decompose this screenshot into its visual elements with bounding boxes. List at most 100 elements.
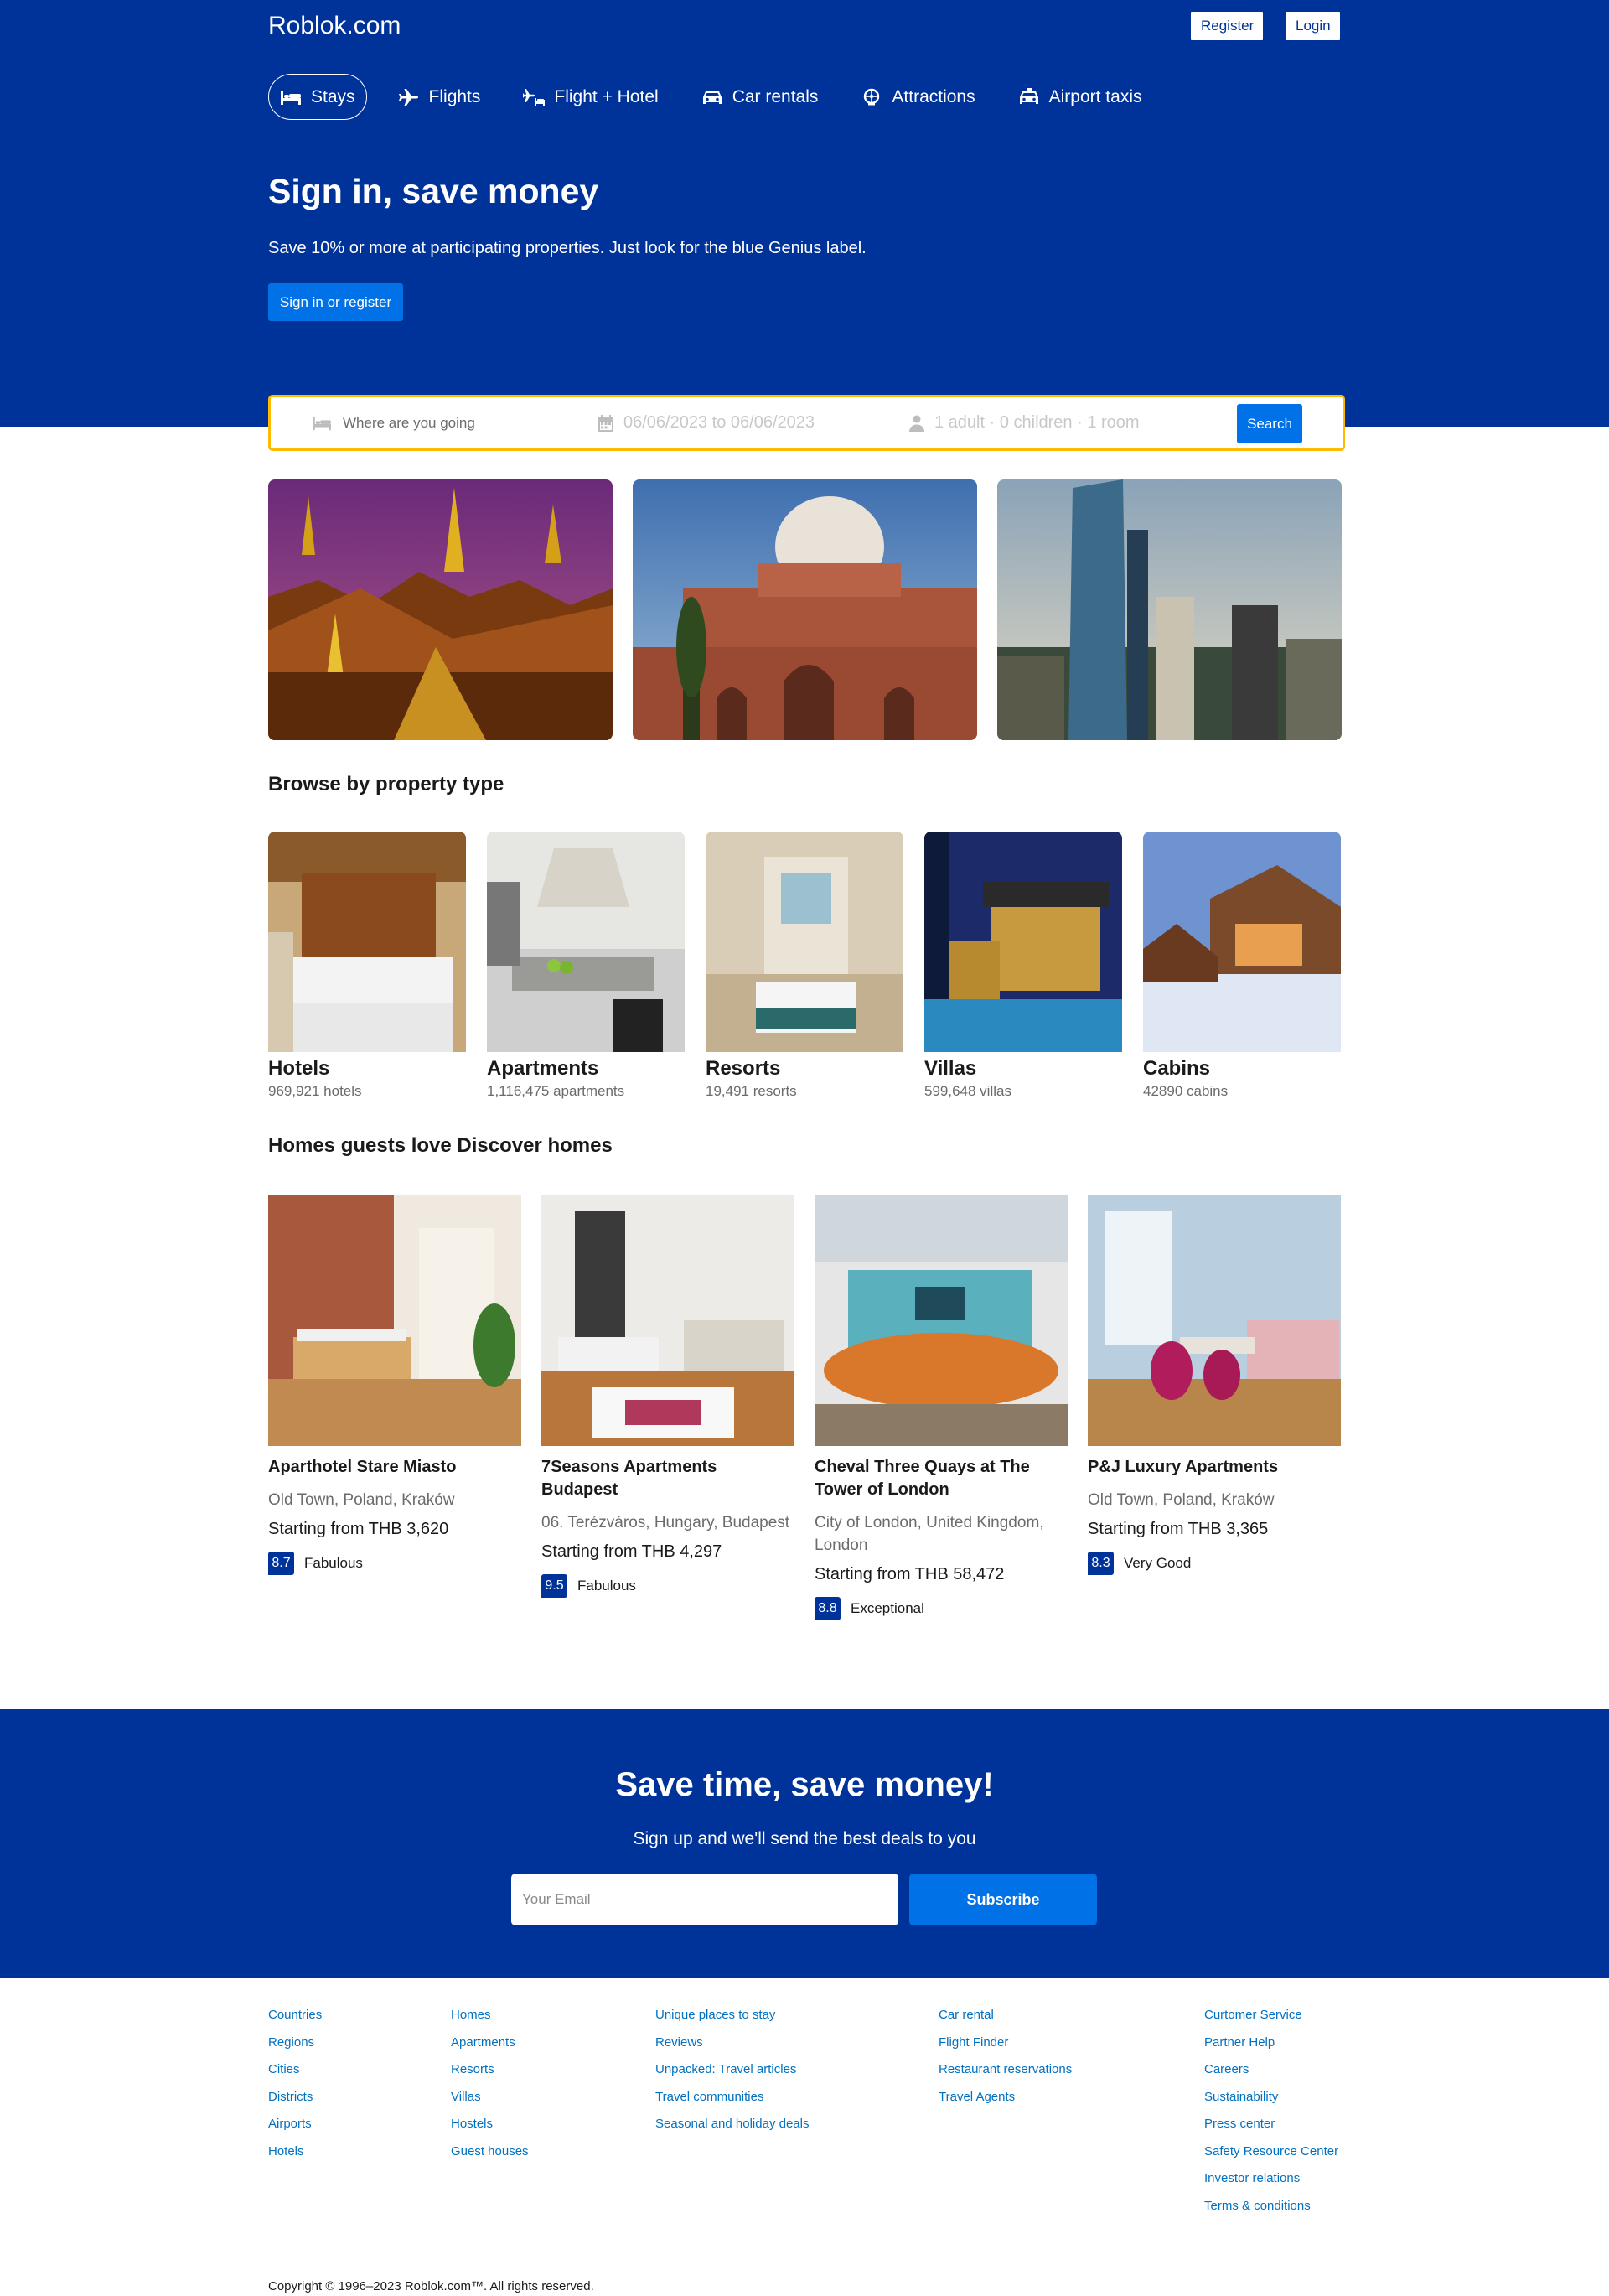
footer-link[interactable]: Reviews <box>655 2034 809 2062</box>
property-name: Villas <box>924 1057 977 1080</box>
footer-link[interactable]: Hostels <box>451 2116 529 2143</box>
hotels-image <box>268 832 466 1052</box>
home-location: 06. Terézváros, Hungary, Budapest <box>541 1514 790 1532</box>
guests-field[interactable]: 1 adult · 0 children · 1 room <box>909 397 1140 448</box>
nav-flight-hotel[interactable]: Flight + Hotel <box>511 74 670 120</box>
home-image <box>541 1195 794 1446</box>
date-range-text: 06/06/2023 to 06/06/2023 <box>623 413 815 432</box>
nav-stays[interactable]: Stays <box>268 74 367 120</box>
property-name: Cabins <box>1143 1057 1211 1080</box>
featured-image-palace[interactable] <box>633 479 977 740</box>
destination-field[interactable] <box>311 397 561 448</box>
home-rating: 8.8 Exceptional <box>815 1597 1068 1620</box>
home-location: Old Town, Poland, Kraków <box>1088 1491 1275 1509</box>
footer-link[interactable]: Terms & conditions <box>1204 2198 1338 2226</box>
home-price: Starting from THB 4,297 <box>541 1542 722 1561</box>
rating-label: Fabulous <box>304 1555 363 1571</box>
property-card-villas[interactable]: Villas 599,648 villas <box>924 832 1122 1100</box>
footer-link[interactable]: Unpacked: Travel articles <box>655 2061 809 2089</box>
home-card[interactable]: Cheval Three Quays at The Tower of Londo… <box>815 1195 1068 1620</box>
villas-image <box>924 832 1122 1052</box>
bed-icon <box>313 417 331 430</box>
footer-link[interactable]: Travel communities <box>655 2089 809 2117</box>
logo[interactable]: Roblok.com <box>268 12 401 40</box>
home-card[interactable]: 7Seasons Apartments Budapest 06. Terézvá… <box>541 1195 794 1598</box>
property-count: 599,648 villas <box>924 1083 1011 1099</box>
home-card[interactable]: P&J Luxury Apartments Old Town, Poland, … <box>1088 1195 1341 1575</box>
home-rating: 8.7 Fabulous <box>268 1552 521 1575</box>
home-card[interactable]: Aparthotel Stare Miasto Old Town, Poland… <box>268 1195 521 1575</box>
footer-link[interactable]: Homes <box>451 2007 529 2034</box>
home-name[interactable]: 7Seasons Apartments Budapest <box>541 1456 794 1501</box>
home-name[interactable]: P&J Luxury Apartments <box>1088 1456 1341 1479</box>
bed-icon <box>281 90 301 105</box>
calendar-icon <box>598 414 613 432</box>
footer-link[interactable]: Press center <box>1204 2116 1338 2143</box>
footer-link[interactable]: Villas <box>451 2089 529 2117</box>
date-field[interactable]: 06/06/2023 to 06/06/2023 <box>598 397 815 448</box>
featured-image-city[interactable] <box>997 479 1342 740</box>
footer-link[interactable]: Hotels <box>268 2143 322 2171</box>
rating-label: Exceptional <box>851 1600 924 1616</box>
property-card-apartments[interactable]: Apartments 1,116,475 apartments <box>487 832 685 1100</box>
apartments-image <box>487 832 685 1052</box>
footer-link[interactable]: Resorts <box>451 2061 529 2089</box>
footer-column-2: Homes Apartments Resorts Villas Hostels … <box>451 2007 529 2170</box>
nav-attractions[interactable]: Attractions <box>849 74 986 120</box>
footer-link[interactable]: Seasonal and holiday deals <box>655 2116 809 2143</box>
search-button[interactable]: Search <box>1237 404 1302 443</box>
destination-input[interactable] <box>343 414 561 432</box>
taxi-icon <box>1019 87 1038 104</box>
property-count: 42890 cabins <box>1143 1083 1229 1099</box>
nav-flights-label: Flights <box>428 86 481 106</box>
footer-column-3: Unique places to stay Reviews Unpacked: … <box>655 2007 809 2143</box>
hero-subtitle: Save 10% or more at participating proper… <box>268 239 867 257</box>
home-name[interactable]: Cheval Three Quays at The Tower of Londo… <box>815 1456 1068 1501</box>
register-button[interactable]: Register <box>1190 11 1264 41</box>
footer-link[interactable]: Unique places to stay <box>655 2007 809 2034</box>
login-button[interactable]: Login <box>1285 11 1341 41</box>
footer-link[interactable]: Airports <box>268 2116 322 2143</box>
nav-airport-taxis[interactable]: Airport taxis <box>1006 74 1154 120</box>
footer-link[interactable]: Restaurant reservations <box>939 2061 1072 2089</box>
property-card-hotels[interactable]: Hotels 969,921 hotels <box>268 832 466 1100</box>
subscribe-button[interactable]: Subscribe <box>909 1874 1097 1925</box>
home-image <box>1088 1195 1341 1446</box>
property-card-resorts[interactable]: Resorts 19,491 resorts <box>706 832 903 1100</box>
home-name[interactable]: Aparthotel Stare Miasto <box>268 1456 521 1479</box>
footer-link[interactable]: Sustainability <box>1204 2089 1338 2117</box>
property-card-cabins[interactable]: Cabins 42890 cabins <box>1143 832 1341 1100</box>
home-price: Starting from THB 3,365 <box>1088 1520 1269 1538</box>
footer-link[interactable]: Flight Finder <box>939 2034 1072 2062</box>
footer-link[interactable]: Districts <box>268 2089 322 2117</box>
footer-link[interactable]: Partner Help <box>1204 2034 1338 2062</box>
search-bar: 06/06/2023 to 06/06/2023 1 adult · 0 chi… <box>268 395 1345 451</box>
rating-score: 8.8 <box>815 1597 841 1620</box>
email-input[interactable] <box>511 1874 898 1925</box>
newsletter-section: Save time, save money! Sign up and we'll… <box>0 1709 1609 1978</box>
plane-bed-icon <box>523 88 546 106</box>
property-name: Resorts <box>706 1057 781 1080</box>
ferris-wheel-icon <box>864 88 880 105</box>
nav-flight-hotel-label: Flight + Hotel <box>554 86 659 106</box>
footer-link[interactable]: Safety Resource Center <box>1204 2143 1338 2171</box>
nav-flights[interactable]: Flights <box>386 74 493 120</box>
hero-title: Sign in, save money <box>268 172 599 210</box>
footer-link[interactable]: Regions <box>268 2034 322 2062</box>
footer-link[interactable]: Cities <box>268 2061 322 2089</box>
footer-link[interactable]: Countries <box>268 2007 322 2034</box>
plane-icon <box>398 88 418 106</box>
nav-car-rentals[interactable]: Car rentals <box>690 74 830 120</box>
rating-score: 9.5 <box>541 1574 567 1598</box>
footer-link[interactable]: Car rental <box>939 2007 1072 2034</box>
footer-link[interactable]: Careers <box>1204 2061 1338 2089</box>
nav-bar: Stays Flights Flight + Hotel Car rentals… <box>268 74 1173 120</box>
sign-in-register-button[interactable]: Sign in or register <box>268 283 403 321</box>
footer-link[interactable]: Guest houses <box>451 2143 529 2171</box>
featured-image-temple[interactable] <box>268 479 613 740</box>
footer-link[interactable]: Apartments <box>451 2034 529 2062</box>
footer-link[interactable]: Curtomer Service <box>1204 2007 1338 2034</box>
footer-link[interactable]: Investor relations <box>1204 2170 1338 2198</box>
header: Roblok.com Register Login Stays Flights … <box>0 0 1609 427</box>
footer-link[interactable]: Travel Agents <box>939 2089 1072 2117</box>
